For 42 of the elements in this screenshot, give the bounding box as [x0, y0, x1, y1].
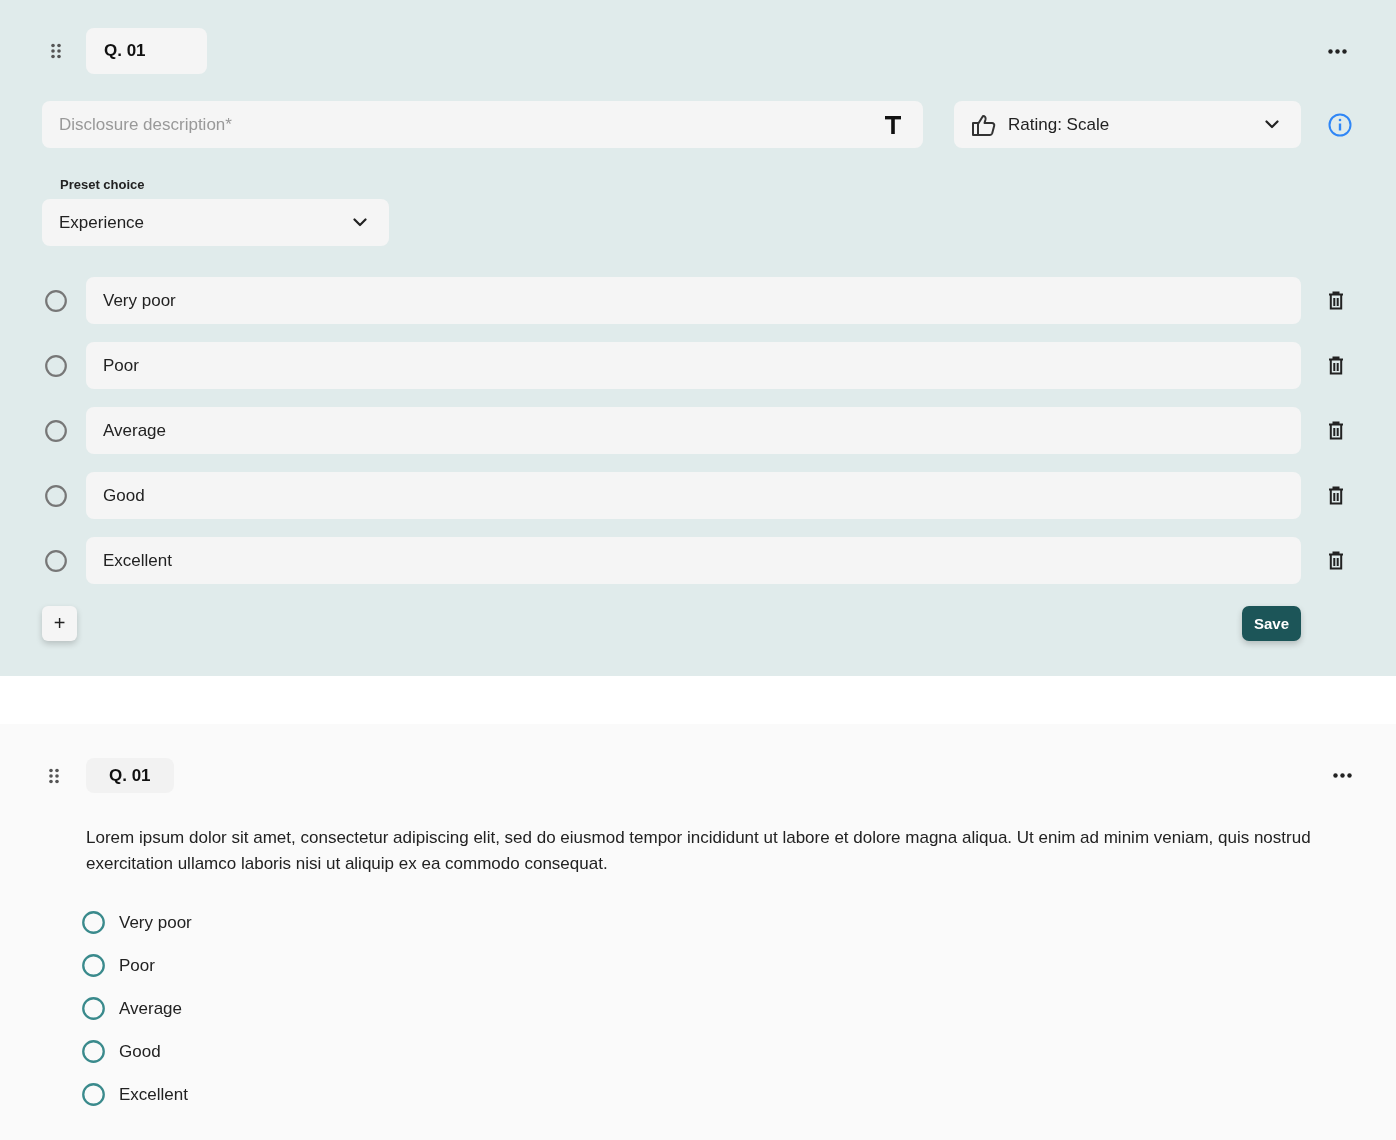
chevron-down-icon	[1265, 120, 1279, 129]
radio-button[interactable]	[45, 419, 67, 442]
radio-button[interactable]	[82, 911, 105, 934]
question-number: Q. 01	[86, 758, 174, 793]
option-field[interactable]: Poor	[86, 342, 1301, 389]
radio-button[interactable]	[45, 354, 67, 377]
radio-button[interactable]	[82, 954, 105, 977]
trash-icon[interactable]	[1328, 356, 1344, 375]
question-number: Q. 01	[86, 28, 207, 74]
radio-button[interactable]	[45, 289, 67, 312]
text-format-icon[interactable]	[885, 115, 901, 134]
radio-button[interactable]	[82, 1083, 105, 1106]
radio-button[interactable]	[45, 484, 67, 507]
field-label: Preset choice	[60, 177, 146, 192]
radio-button[interactable]	[82, 1040, 105, 1063]
save-button[interactable]: Save	[1241, 606, 1301, 641]
answer-type-dropdown[interactable]: Rating: Scale	[954, 101, 1301, 148]
option-label: Excellent	[119, 1084, 188, 1105]
question-text: Lorem ipsum dolor sit amet, consectetur adipiscing elit, sed do eiusmod tempor incididunt ut labore et dolore magna aliqua. Ut enim ad minim veniam, quis nostrud exercitation ullamco laboris nisi ut aliquip ex ea commodo consequat.	[86, 827, 1312, 875]
option-field[interactable]: Excellent	[86, 537, 1301, 584]
option-label: Poor	[119, 955, 155, 976]
trash-icon[interactable]	[1328, 291, 1344, 310]
trash-icon[interactable]	[1328, 421, 1344, 440]
option-field[interactable]: Average	[86, 407, 1301, 454]
option-label: Good	[119, 1041, 161, 1062]
preset-dropdown[interactable]: Experience	[42, 199, 389, 246]
radio-button[interactable]	[82, 997, 105, 1020]
trash-icon[interactable]	[1328, 486, 1344, 505]
drag-handle-icon[interactable]	[50, 43, 62, 59]
more-options-icon[interactable]	[1328, 48, 1347, 54]
chevron-down-icon	[353, 218, 367, 227]
more-options-icon[interactable]	[1333, 773, 1352, 778]
option-field[interactable]: Good	[86, 472, 1301, 519]
add-option-button[interactable]: +	[42, 606, 77, 641]
option-label: Average	[119, 998, 182, 1019]
radio-button[interactable]	[45, 549, 67, 572]
thumbs-up-icon	[972, 113, 996, 136]
option-field[interactable]: Very poor	[86, 277, 1301, 324]
drag-handle-icon[interactable]	[48, 767, 60, 784]
option-label: Very poor	[119, 912, 192, 933]
info-icon[interactable]	[1328, 112, 1352, 137]
trash-icon[interactable]	[1328, 551, 1344, 570]
